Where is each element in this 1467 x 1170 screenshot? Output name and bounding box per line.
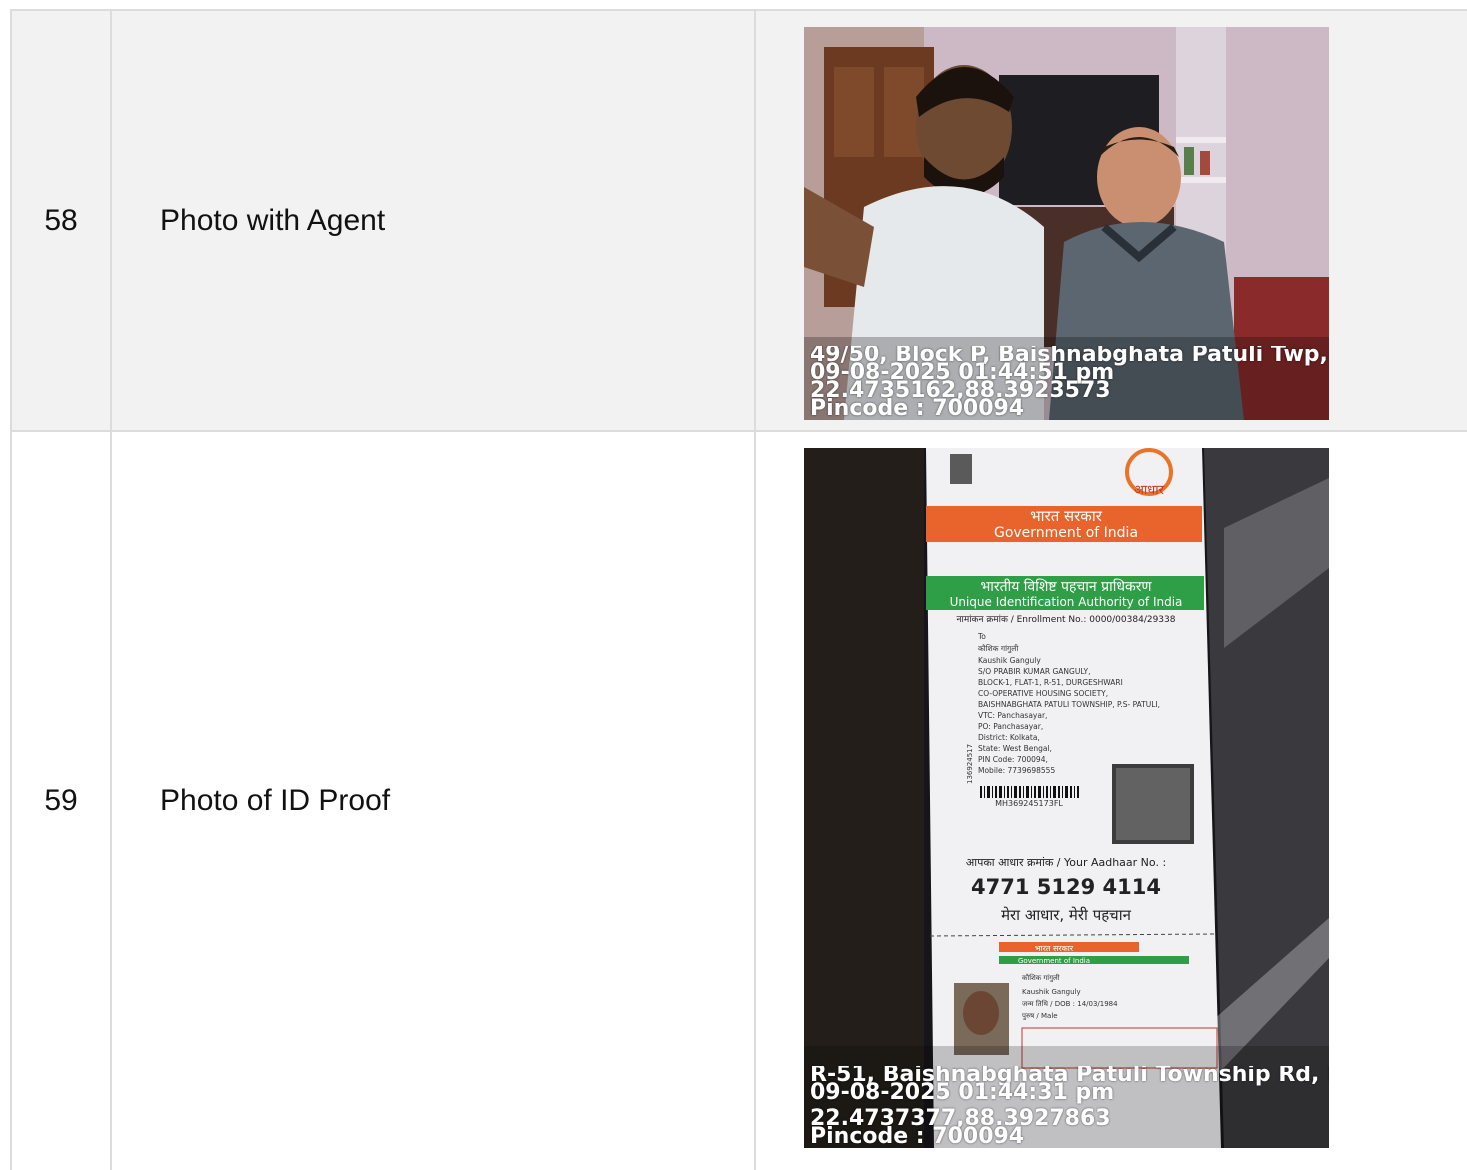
svg-text:BLOCK-1, FLAT-1, R-51, DURGESH: BLOCK-1, FLAT-1, R-51, DURGESHWARI xyxy=(978,678,1123,687)
id-proof-photo[interactable]: आधार भारत सरकार Government of India भारत… xyxy=(804,448,1329,1148)
card-side-code: 136924517 xyxy=(966,744,974,784)
svg-text:कौशिक गांगुली: कौशिक गांगुली xyxy=(978,644,1019,654)
card-barcode-text: MH369245173FL xyxy=(995,799,1063,808)
svg-text:Mobile: 7739698555: Mobile: 7739698555 xyxy=(978,766,1055,775)
svg-text:PIN Code: 700094,: PIN Code: 700094, xyxy=(978,755,1048,764)
svg-text:State: West Bengal,: State: West Bengal, xyxy=(978,744,1052,753)
svg-text:कौशिक गांगुली: कौशिक गांगुली xyxy=(1022,973,1060,982)
card-authority-hindi: भारतीय विशिष्ट पहचान प्राधिकरण xyxy=(980,578,1152,595)
row-number: 58 xyxy=(10,11,112,431)
photo-cell: आधार भारत सरकार Government of India भारत… xyxy=(756,432,1467,1170)
card-tagline: मेरा आधार, मेरी पहचान xyxy=(1001,906,1132,924)
svg-text:S/O PRABIR KUMAR GANGULY,: S/O PRABIR KUMAR GANGULY, xyxy=(978,667,1091,676)
table-row: 59 Photo of ID Proof आधार भारत सरकार Gov… xyxy=(10,430,1467,1170)
card-govt-english: Government of India xyxy=(994,525,1138,541)
card-aadhaar-caption: आपका आधार क्रमांक / Your Aadhaar No. : xyxy=(966,856,1166,869)
svg-text:CO-OPERATIVE HOUSING SOCIETY,: CO-OPERATIVE HOUSING SOCIETY, xyxy=(978,689,1108,698)
id-proof-image: आधार भारत सरकार Government of India भारत… xyxy=(804,448,1329,1148)
svg-text:District: Kolkata,: District: Kolkata, xyxy=(978,733,1040,742)
svg-text:VTC: Panchasayar,: VTC: Panchasayar, xyxy=(978,711,1047,720)
row-label: Photo with Agent xyxy=(112,11,756,431)
card-authority-english: Unique Identification Authority of India xyxy=(950,595,1183,609)
svg-text:BAISHNABGHATA PATULI TOWNSHIP,: BAISHNABGHATA PATULI TOWNSHIP, P.S- PATU… xyxy=(978,700,1160,709)
card-aadhaar-logo-text: आधार xyxy=(1134,483,1165,498)
svg-text:पुरुष / Male: पुरुष / Male xyxy=(1022,1012,1058,1020)
table-row: 58 Photo with Agent 49/50, Block P, Bais… xyxy=(10,9,1467,431)
svg-text:Kaushik Ganguly: Kaushik Ganguly xyxy=(978,656,1041,665)
photo-geotag-overlay: R-51, Baishnabghata Patuli Township Rd, … xyxy=(810,1066,1329,1146)
card-govt-hindi: भारत सरकार xyxy=(1030,507,1103,525)
photo-geotag-overlay: 49/50, Block P, Baishnabghata Patuli Twp… xyxy=(810,346,1329,418)
agent-selfie-photo[interactable]: 49/50, Block P, Baishnabghata Patuli Twp… xyxy=(804,27,1329,420)
row-number: 59 xyxy=(10,432,112,1170)
photo-cell: 49/50, Block P, Baishnabghata Patuli Twp… xyxy=(756,11,1467,431)
svg-text:PO: Panchasayar,: PO: Panchasayar, xyxy=(978,722,1043,731)
svg-text:Government of India: Government of India xyxy=(1018,957,1090,965)
row-label: Photo of ID Proof xyxy=(112,432,756,1170)
svg-text:Kaushik Ganguly: Kaushik Ganguly xyxy=(1022,988,1081,996)
svg-text:भारत सरकार: भारत सरकार xyxy=(1035,944,1074,953)
card-aadhaar-number: 4771 5129 4114 xyxy=(971,875,1161,899)
svg-text:जन्म तिथि / DOB : 14/03/1984: जन्म तिथि / DOB : 14/03/1984 xyxy=(1022,999,1118,1008)
svg-text:To: To xyxy=(977,632,986,641)
card-enrollment: नामांकन क्रमांक / Enrollment No.: 0000/0… xyxy=(957,614,1176,625)
